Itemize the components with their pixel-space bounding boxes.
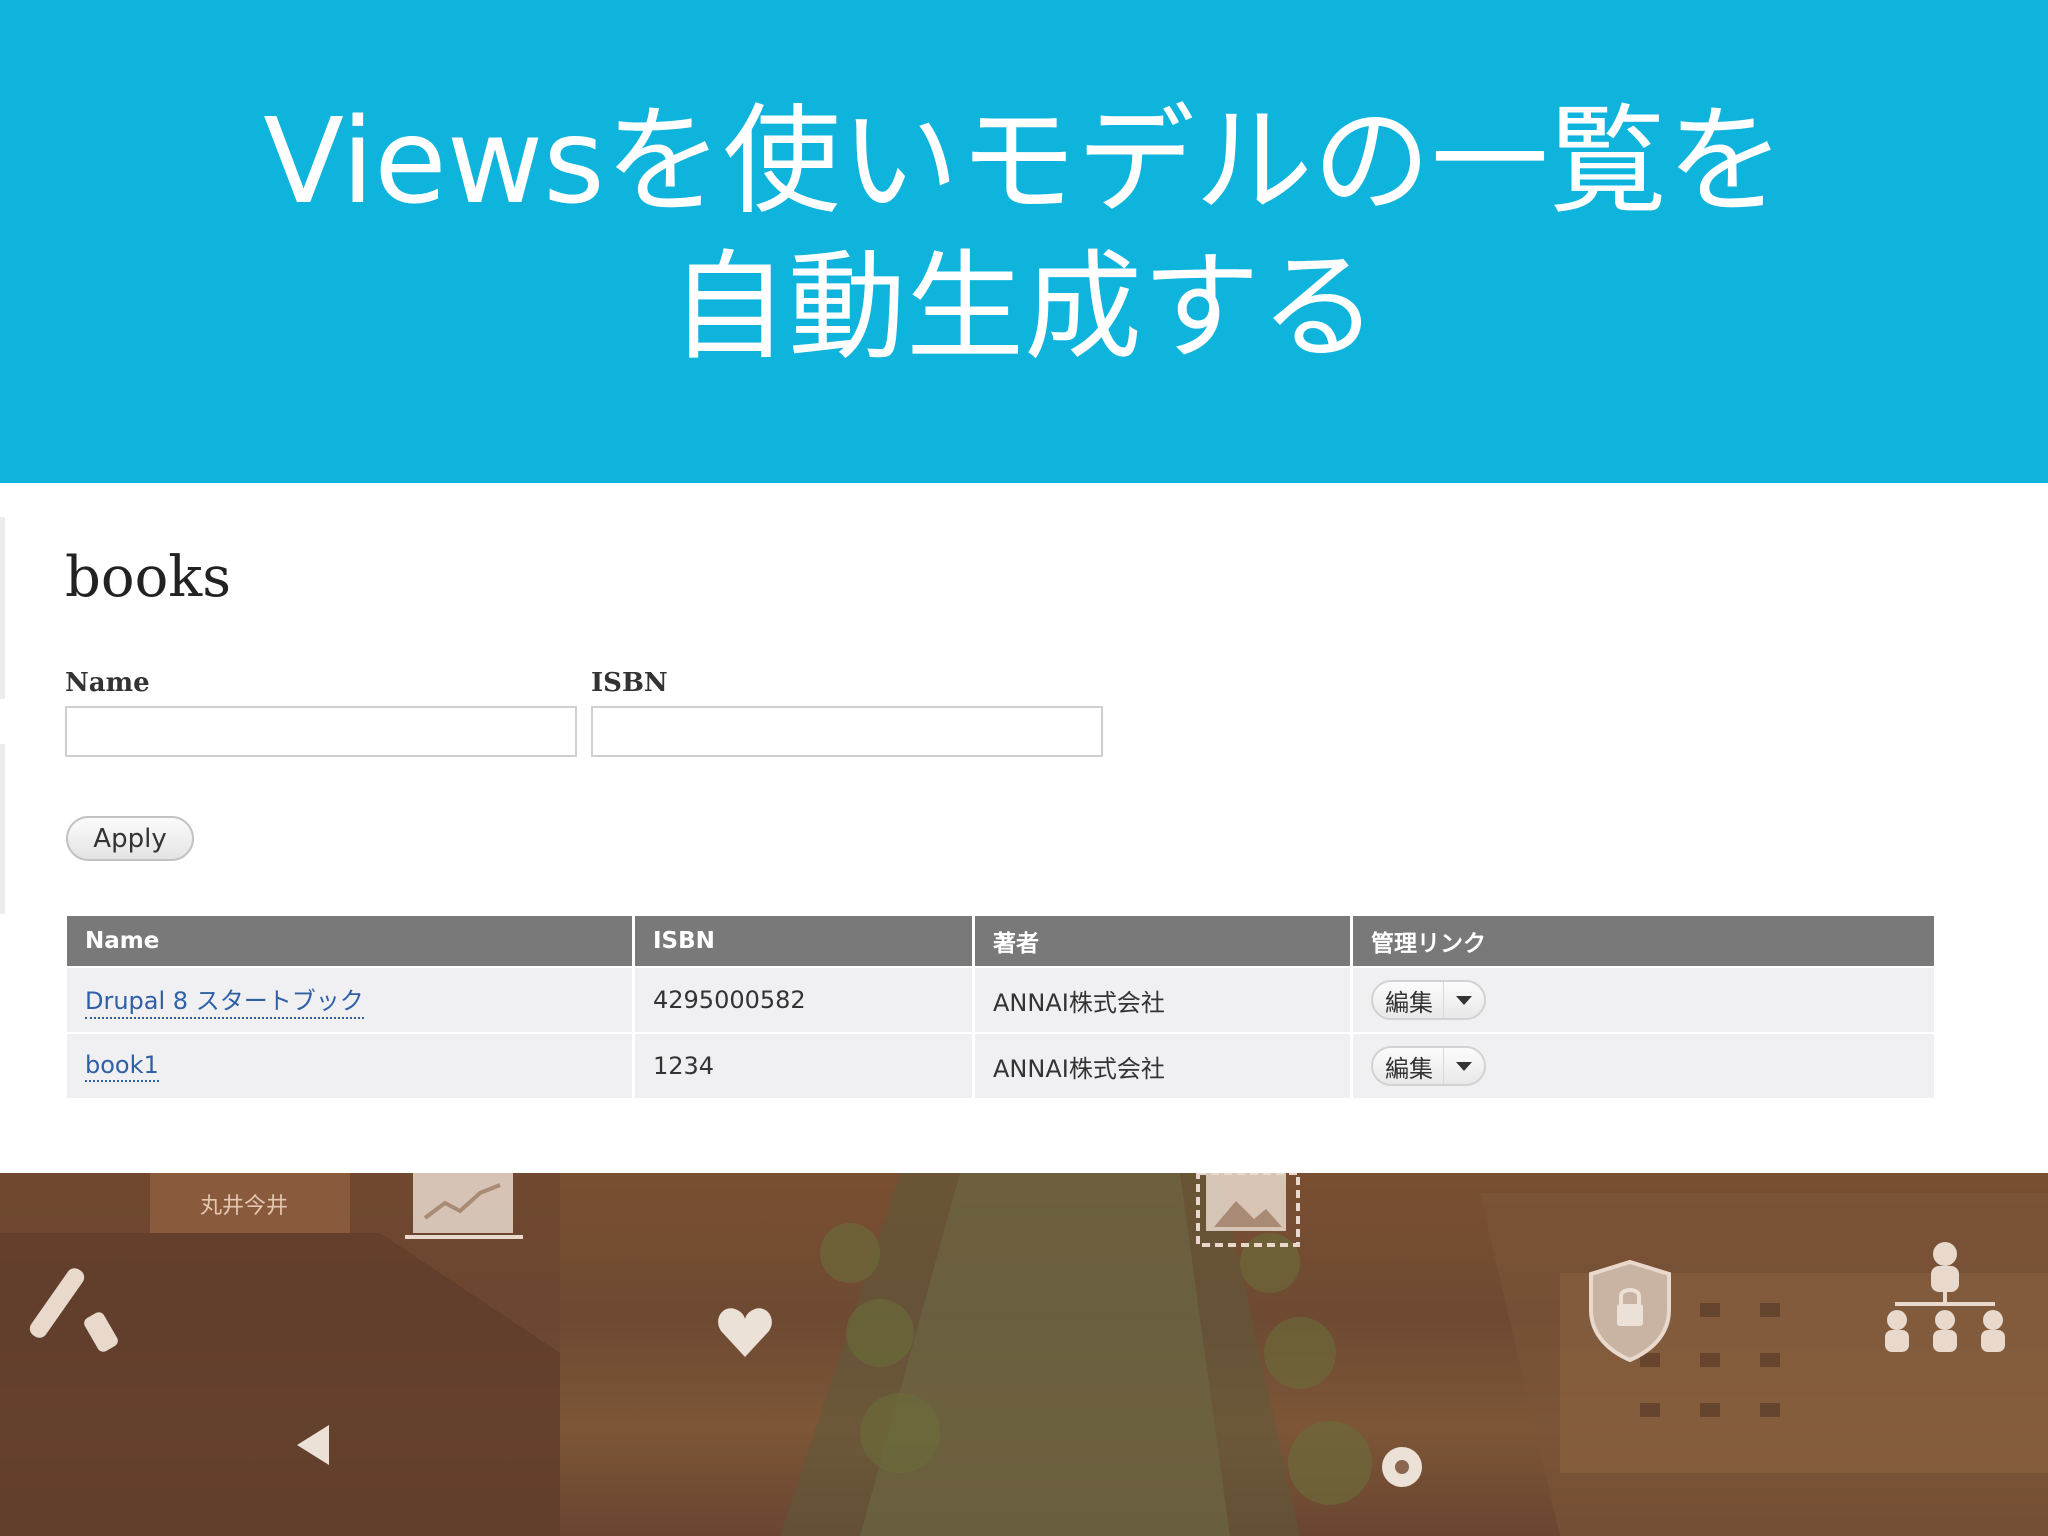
column-header-author: 著者 xyxy=(972,916,1350,966)
isbn-filter-label: ISBN xyxy=(591,668,668,698)
author-cell: ANNAI株式会社 xyxy=(972,1034,1350,1098)
book-name-cell: book1 xyxy=(67,1034,632,1098)
book-name-cell: Drupal 8 スタートブック xyxy=(67,968,632,1032)
apply-button[interactable]: Apply xyxy=(66,816,194,861)
slide-title-line1: Viewsを使いモデルの一覧を xyxy=(263,92,1785,230)
author-cell: ANNAI株式会社 xyxy=(972,968,1350,1032)
shield-lock-icon xyxy=(1589,1259,1671,1362)
edit-dropbutton: 編集 xyxy=(1371,1046,1486,1086)
name-filter-label: Name xyxy=(65,668,150,698)
isbn-cell: 1234 xyxy=(632,1034,972,1098)
table-header: Name ISBN 著者 管理リンク xyxy=(67,916,1934,966)
page-title: books xyxy=(65,545,231,610)
column-header-operations: 管理リンク xyxy=(1350,916,1934,966)
left-edge-divider xyxy=(0,517,5,699)
book-title-link[interactable]: Drupal 8 スタートブック xyxy=(85,981,364,1019)
play-left-icon xyxy=(297,1425,329,1465)
location-pin-icon xyxy=(1382,1447,1422,1487)
dropbutton-toggle[interactable] xyxy=(1443,982,1484,1018)
table-row: book1 1234 ANNAI株式会社 編集 xyxy=(67,1034,1934,1098)
left-edge-divider xyxy=(0,744,5,914)
name-filter-input[interactable] xyxy=(65,706,577,757)
isbn-filter-input[interactable] xyxy=(591,706,1103,757)
slide-title: Viewsを使いモデルの一覧を 自動生成する xyxy=(0,88,2048,380)
city-background-photo: 丸井今井 xyxy=(0,1173,2048,1536)
book-title-link[interactable]: book1 xyxy=(85,1051,159,1082)
isbn-cell: 4295000582 xyxy=(632,968,972,1032)
column-header-isbn[interactable]: ISBN xyxy=(632,916,972,966)
caret-down-icon xyxy=(1456,1061,1472,1071)
edit-button[interactable]: 編集 xyxy=(1385,1049,1443,1084)
dropbutton-toggle[interactable] xyxy=(1443,1048,1484,1084)
operations-cell: 編集 xyxy=(1350,968,1934,1032)
caret-down-icon xyxy=(1456,995,1472,1005)
paint-roller-icon xyxy=(29,1268,118,1352)
edit-dropbutton: 編集 xyxy=(1371,980,1486,1020)
slide-title-line2: 自動生成する xyxy=(669,238,1378,376)
column-header-name[interactable]: Name xyxy=(67,916,632,966)
store-sign-text: 丸井今井 xyxy=(200,1194,288,1219)
edit-button[interactable]: 編集 xyxy=(1385,983,1443,1018)
org-chart-icon xyxy=(1885,1242,2005,1352)
chart-icon xyxy=(405,1173,523,1239)
city-scene: 丸井今井 xyxy=(0,1173,2048,1536)
heart-icon xyxy=(718,1308,772,1357)
image-icon xyxy=(1196,1173,1300,1247)
table-row: Drupal 8 スタートブック 4295000582 ANNAI株式会社 編集 xyxy=(67,968,1934,1032)
operations-cell: 編集 xyxy=(1350,1034,1934,1098)
title-banner: Viewsを使いモデルの一覧を 自動生成する xyxy=(0,0,2048,483)
